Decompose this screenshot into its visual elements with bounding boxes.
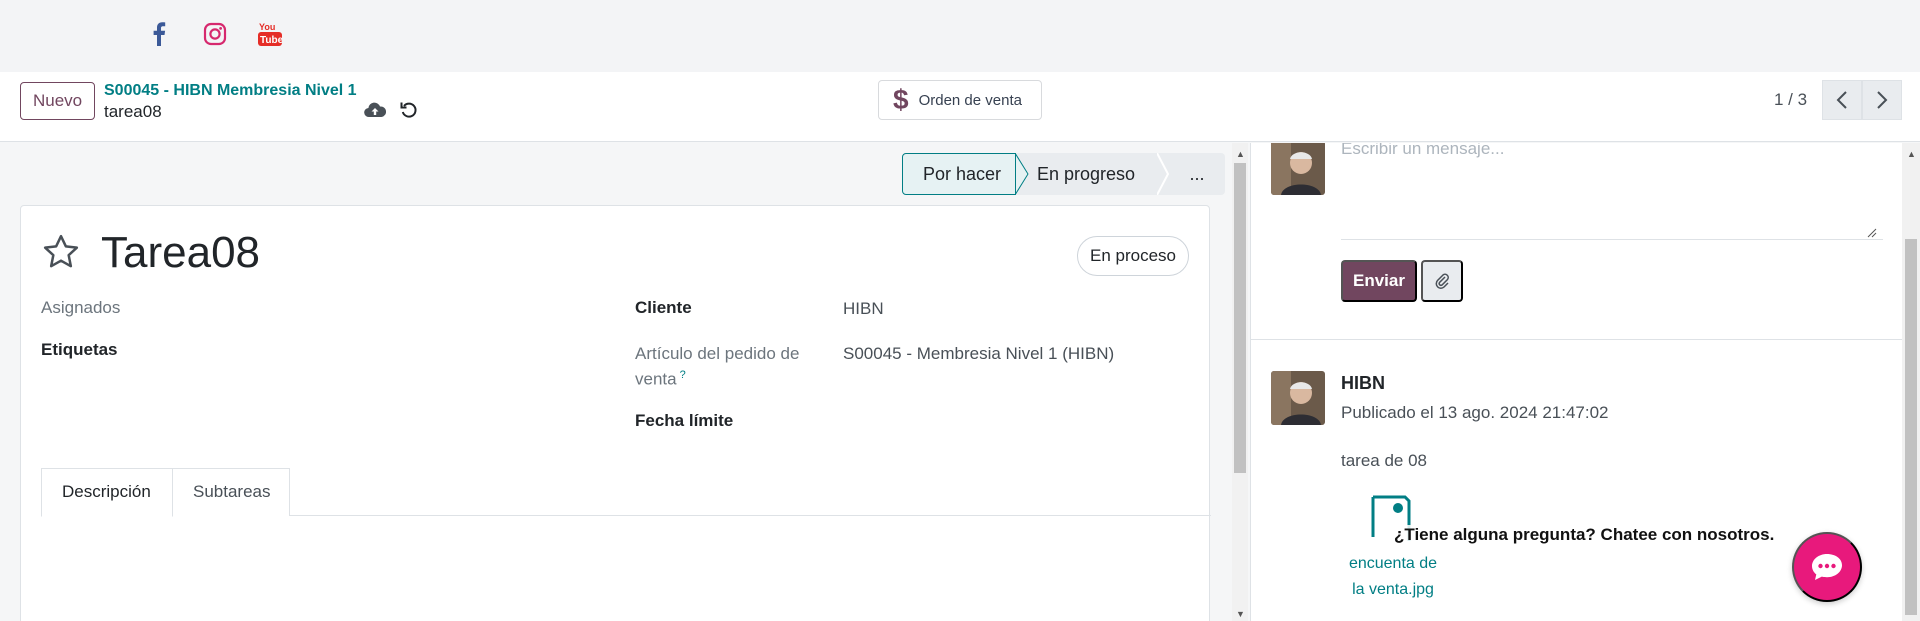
resize-handle-icon[interactable] (1867, 225, 1877, 243)
stage-statusbar: Por hacer En progreso ... (902, 153, 1225, 195)
chatter-separator (1251, 339, 1902, 340)
send-button[interactable]: Enviar (1341, 260, 1417, 302)
message-avatar[interactable] (1271, 371, 1325, 425)
stage-arrow (1157, 153, 1169, 195)
tab-subtasks[interactable]: Subtareas (172, 468, 290, 516)
scrollbar-thumb[interactable] (1905, 239, 1917, 615)
instagram-icon[interactable] (200, 19, 230, 49)
avatar (1271, 143, 1325, 195)
assignees-label: Asignados (41, 298, 121, 317)
breadcrumb-current: tarea08 (104, 102, 162, 121)
help-icon[interactable]: ? (680, 369, 686, 381)
stage-more[interactable]: ... (1169, 153, 1225, 195)
livechat-tooltip[interactable]: ¿Tiene alguna pregunta? Chatee con nosot… (1394, 525, 1775, 545)
youtube-icon[interactable]: You Tube (255, 19, 285, 49)
tab-description[interactable]: Descripción (41, 468, 173, 517)
sale-line-label: Artículo del pedido de (635, 344, 800, 363)
breadcrumb-parent[interactable]: S00045 - HIBN Membresia Nivel 1 (104, 82, 357, 100)
customer-field[interactable]: HIBN (843, 299, 884, 319)
svg-text:You: You (259, 22, 275, 32)
task-title[interactable]: Tarea08 (101, 228, 260, 278)
new-button[interactable]: Nuevo (20, 82, 96, 120)
chevron-right-icon (1877, 91, 1888, 109)
pager-value[interactable]: 1 / 3 (1774, 90, 1807, 110)
facebook-icon[interactable] (144, 19, 174, 49)
attach-button[interactable] (1421, 260, 1463, 302)
sale-order-button[interactable]: $ Orden de venta (878, 80, 1042, 120)
form-scrollbar[interactable]: ▲ ▼ (1232, 143, 1248, 621)
control-panel: Nuevo S00045 - HIBN Membresia Nivel 1 ta… (0, 72, 1920, 142)
scrollbar-thumb[interactable] (1234, 163, 1246, 473)
message-author[interactable]: HIBN (1341, 373, 1385, 394)
notebook-tabs: Descripción Subtareas (41, 468, 1211, 517)
form-view: Por hacer En progreso ... Tarea08 En pro… (0, 143, 1232, 621)
sale-order-label: Orden de venta (918, 91, 1022, 109)
stage-todo[interactable]: Por hacer (902, 153, 1016, 195)
paperclip-icon (1435, 273, 1449, 289)
sale-line-label-cont: venta? (635, 369, 686, 389)
state-badge[interactable]: En proceso (1077, 236, 1189, 276)
sale-line-field[interactable]: S00045 - Membresia Nivel 1 (HIBN) (843, 344, 1114, 364)
chat-bubble-icon (1812, 554, 1842, 580)
stage-in-progress[interactable]: En progreso (1029, 153, 1157, 195)
attachment-name[interactable]: encuenta de la venta.jpg (1343, 551, 1443, 603)
scroll-up-icon[interactable]: ▲ (1907, 149, 1916, 159)
message-input[interactable]: Escribir un mensaje... (1341, 143, 1504, 159)
svg-text:Tube: Tube (260, 35, 282, 46)
star-icon[interactable] (41, 232, 81, 277)
top-social-bar: You Tube (0, 0, 1920, 72)
deadline-label: Fecha límite (635, 411, 734, 430)
message-date: Publicado el 13 ago. 2024 21:47:02 (1341, 403, 1609, 422)
scroll-up-icon[interactable]: ▲ (1236, 149, 1245, 159)
message-body: tarea de 08 (1341, 451, 1428, 470)
cloud-upload-icon[interactable] (363, 98, 387, 122)
pager-next-button[interactable] (1862, 80, 1902, 120)
chevron-left-icon (1836, 91, 1847, 109)
form-sheet: Tarea08 En proceso Asignados Etiquetas C… (20, 205, 1211, 621)
tags-label: Etiquetas (41, 340, 118, 359)
discard-icon[interactable] (397, 98, 421, 122)
livechat-button[interactable] (1792, 532, 1862, 602)
scroll-down-icon[interactable]: ▼ (1236, 609, 1245, 619)
dollar-icon: $ (893, 84, 909, 115)
pager-previous-button[interactable] (1822, 80, 1862, 120)
customer-label: Cliente (635, 298, 692, 317)
composer-divider (1341, 239, 1883, 240)
chatter-scrollbar[interactable]: ▲ (1902, 143, 1920, 621)
stage-arrow (1015, 153, 1029, 195)
